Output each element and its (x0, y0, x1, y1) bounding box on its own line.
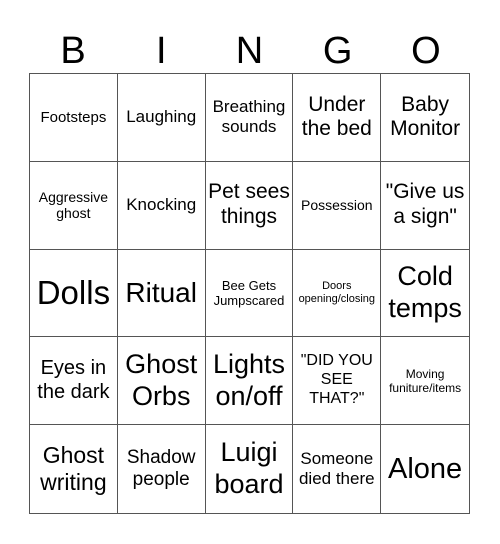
bingo-cell[interactable]: "Give us a sign" (381, 162, 469, 250)
cell-text: Baby Monitor (390, 92, 461, 141)
cell-text: Ghost writing (40, 441, 107, 496)
cell-text: Ritual (125, 277, 197, 309)
header-letter-o: O (411, 30, 441, 72)
bingo-cell[interactable]: Lights on/off (205, 337, 294, 426)
cell-text: Pet sees things (208, 180, 290, 229)
cell-text: Someone died there (298, 449, 375, 489)
cell-text: Doors opening/closing (298, 280, 376, 305)
cell-text: Ghost Orbs (125, 348, 198, 411)
cell-text: Breathing sounds (212, 97, 286, 137)
cell-text: Laughing (126, 107, 197, 127)
bingo-cell[interactable]: Ghost writing (30, 425, 118, 513)
cell-text: Dolls (36, 273, 111, 311)
bingo-cell[interactable]: Footsteps (30, 74, 118, 162)
bingo-cell[interactable]: Alone (381, 425, 469, 513)
cell-text: Alone (388, 452, 463, 485)
header-letter-i: I (156, 30, 167, 72)
cell-text: Possession (300, 196, 373, 213)
header-letter-g: G (322, 30, 353, 72)
cell-text: Shadow people (126, 446, 196, 491)
bingo-cell[interactable]: Breathing sounds (205, 74, 294, 162)
cell-text: Footsteps (40, 108, 107, 126)
bingo-cell[interactable]: Pet sees things (205, 161, 294, 250)
cell-text: Under the bed (301, 92, 372, 141)
bingo-grid: Footsteps Laughing Breathing sounds Unde… (29, 73, 470, 514)
cell-text: "Give us a sign" (385, 180, 465, 229)
header-letter-b: B (60, 30, 86, 72)
bingo-cell[interactable]: Cold temps (381, 250, 469, 338)
cell-text: Knocking (126, 195, 197, 215)
header-letter-n: N (235, 30, 264, 72)
bingo-cell[interactable]: Eyes in the dark (30, 337, 118, 426)
bingo-cell[interactable]: Bee Gets Jumpscared (205, 249, 294, 338)
cell-text: Lights on/off (212, 348, 286, 411)
bingo-cell[interactable]: Laughing (117, 74, 206, 162)
bingo-cell[interactable]: "DID YOU SEE THAT?" (293, 337, 382, 426)
bingo-header: B I N G O (29, 30, 470, 72)
bingo-cell[interactable]: Ritual (117, 249, 206, 338)
bingo-cell[interactable]: Aggressive ghost (30, 161, 118, 250)
bingo-cell[interactable]: Doors opening/closing (293, 249, 382, 338)
bingo-cell[interactable]: Under the bed (293, 74, 382, 162)
bingo-cell[interactable]: Knocking (117, 161, 206, 250)
cell-text: Moving funiture/items (389, 366, 462, 395)
cell-text: Aggressive ghost (38, 188, 109, 222)
bingo-cell[interactable]: Baby Monitor (381, 74, 469, 162)
cell-text: "DID YOU SEE THAT?" (300, 352, 373, 408)
bingo-cell[interactable]: Someone died there (293, 425, 382, 513)
bingo-cell[interactable]: Shadow people (118, 425, 206, 513)
bingo-cell[interactable]: Ghost Orbs (117, 337, 206, 426)
cell-text: Luigi board (214, 437, 284, 500)
bingo-cell[interactable]: Dolls (30, 249, 118, 338)
cell-text: Cold temps (388, 261, 462, 323)
bingo-cell[interactable]: Possession (293, 161, 382, 250)
bingo-cell[interactable]: Moving funiture/items (381, 337, 469, 426)
cell-text: Eyes in the dark (37, 357, 110, 403)
bingo-cell[interactable]: Luigi board (206, 425, 294, 513)
cell-text: Bee Gets Jumpscared (213, 277, 285, 308)
